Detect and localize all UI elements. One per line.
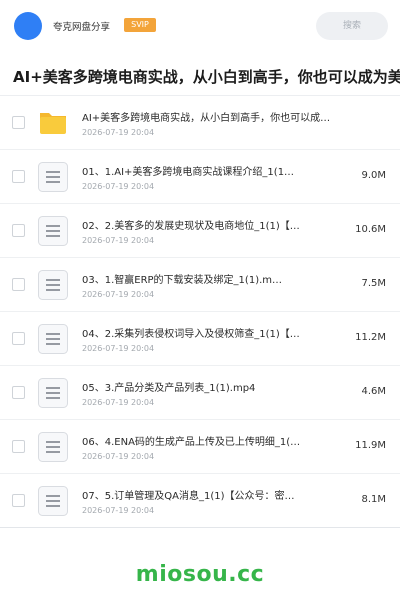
file-size: 11.2M [355, 332, 386, 343]
checkbox[interactable] [12, 278, 25, 291]
file-name: 01、1.AI+美客多跨境电商实战课程介绍_1(1… [82, 167, 295, 178]
document-icon [38, 216, 68, 246]
list-item[interactable]: 02、2.美客多的发展史现状及电商地位_1(1)【… 2026-07-19 20… [0, 204, 400, 258]
title-bar: AI+美客多跨境电商实战，从小白到高手，你也可以成为美客多 [0, 56, 400, 96]
file-date: 2026-07-19 20:04 [82, 452, 155, 461]
file-name: 03、1.智赢ERP的下载安装及绑定_1(1).m… [82, 275, 283, 286]
list-item[interactable]: 01、1.AI+美客多跨境电商实战课程介绍_1(1… 2026-07-19 20… [0, 150, 400, 204]
file-date: 2026-07-19 20:04 [82, 506, 155, 515]
checkbox[interactable] [12, 332, 25, 345]
list-item[interactable]: 04、2.采集列表侵权词导入及侵权筛查_1(1)【… 2026-07-19 20… [0, 312, 400, 366]
file-name: 05、3.产品分类及产品列表_1(1).mp4 [82, 383, 256, 394]
document-icon [38, 270, 68, 300]
file-size: 4.6M [361, 386, 386, 397]
file-size: 9.0M [361, 170, 386, 181]
list-item[interactable]: AI+美客多跨境电商实战，从小白到高手，你也可以成… 2026-07-19 20… [0, 96, 400, 150]
file-size: 11.9M [355, 440, 386, 451]
file-date: 2026-07-19 20:04 [82, 128, 155, 137]
list-item[interactable]: 07、5.订单管理及QA消息_1(1)【公众号：密… 2026-07-19 20… [0, 474, 400, 528]
search-input[interactable]: 搜索 [316, 12, 388, 40]
file-size: 10.6M [355, 224, 386, 235]
page-title: AI+美客多跨境电商实战，从小白到高手，你也可以成为美客多 [13, 68, 400, 86]
checkbox[interactable] [12, 224, 25, 237]
watermark: miosou.cc [135, 562, 265, 587]
file-size: 8.1M [361, 494, 386, 505]
list-item[interactable]: 06、4.ENA码的生成产品上传及已上传明细_1(… 2026-07-19 20… [0, 420, 400, 474]
file-date: 2026-07-19 20:04 [82, 398, 155, 407]
file-date: 2026-07-19 20:04 [82, 290, 155, 299]
file-date: 2026-07-19 20:04 [82, 182, 155, 191]
document-icon [38, 324, 68, 354]
checkbox[interactable] [12, 386, 25, 399]
file-list: AI+美客多跨境电商实战，从小白到高手，你也可以成… 2026-07-19 20… [0, 96, 400, 528]
file-size: 7.5M [361, 278, 386, 289]
document-icon [38, 432, 68, 462]
avatar[interactable] [14, 12, 42, 40]
svip-badge: SVIP [124, 18, 156, 32]
checkbox[interactable] [12, 440, 25, 453]
file-name: 02、2.美客多的发展史现状及电商地位_1(1)【… [82, 221, 300, 232]
checkbox[interactable] [12, 116, 25, 129]
list-item[interactable]: 05、3.产品分类及产品列表_1(1).mp4 2026-07-19 20:04… [0, 366, 400, 420]
file-date: 2026-07-19 20:04 [82, 344, 155, 353]
file-name: AI+美客多跨境电商实战，从小白到高手，你也可以成… [82, 113, 331, 124]
list-item[interactable]: 03、1.智赢ERP的下载安装及绑定_1(1).m… 2026-07-19 20… [0, 258, 400, 312]
file-name: 07、5.订单管理及QA消息_1(1)【公众号：密… [82, 491, 295, 502]
checkbox[interactable] [12, 494, 25, 507]
file-name: 04、2.采集列表侵权词导入及侵权筛查_1(1)【… [82, 329, 300, 340]
folder-icon [40, 113, 66, 134]
document-icon [38, 162, 68, 192]
file-date: 2026-07-19 20:04 [82, 236, 155, 245]
document-icon [38, 378, 68, 408]
top-bar: 夸克网盘分享 SVIP 搜索 [0, 0, 400, 52]
checkbox[interactable] [12, 170, 25, 183]
username: 夸克网盘分享 [53, 22, 111, 33]
document-icon [38, 486, 68, 516]
file-name: 06、4.ENA码的生成产品上传及已上传明细_1(… [82, 437, 301, 448]
